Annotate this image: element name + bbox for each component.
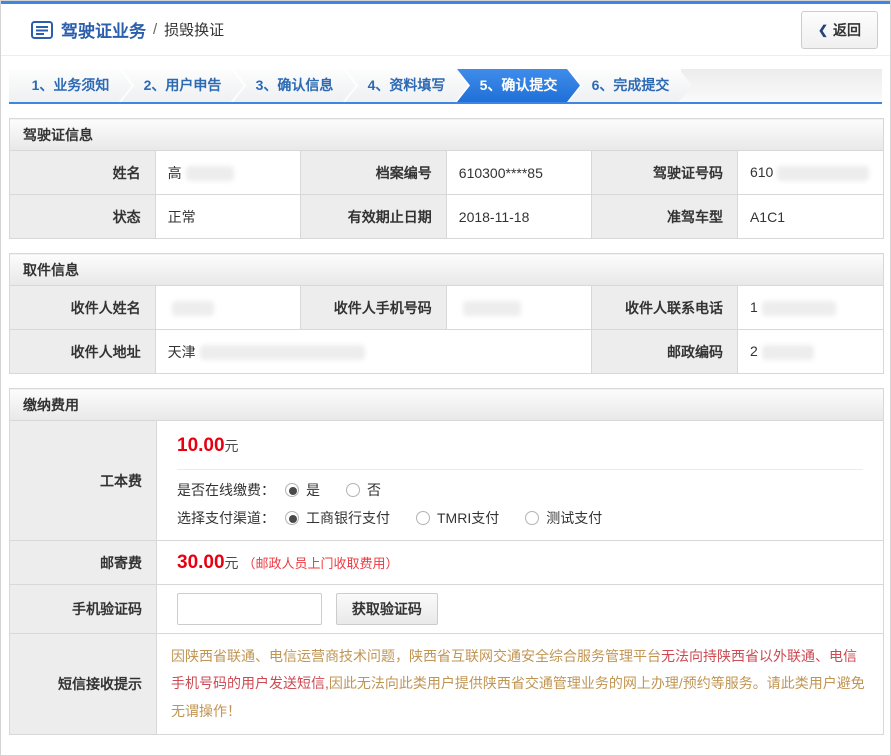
pay-channel-label: 选择支付渠道：: [177, 508, 275, 528]
radio-channel-tmri-label: TMRI支付: [437, 508, 499, 528]
expiry-label: 有效期止日期: [301, 195, 447, 239]
recipient-name-label: 收件人姓名: [10, 286, 156, 330]
postage-fee-cell: 30.00元 （邮政人员上门收取费用）: [157, 541, 884, 585]
radio-checked-icon[interactable]: [285, 483, 299, 497]
step-6-complete-submit[interactable]: 6、完成提交: [569, 69, 692, 102]
file-number-label: 档案编号: [301, 151, 447, 195]
production-fee-amount-line: 10.00元: [177, 435, 883, 457]
redacted-value: [200, 345, 365, 360]
recipient-address-label: 收件人地址: [10, 330, 156, 374]
radio-online-no-label: 否: [367, 480, 381, 500]
step-wizard: 1、业务须知 2、用户申告 3、确认信息 4、资料填写 5、确认提交 6、完成提…: [9, 69, 882, 104]
recipient-mobile-label: 收件人手机号码: [301, 286, 447, 330]
license-section-title: 驾驶证信息: [10, 119, 884, 151]
page-title: 驾驶证业务: [61, 17, 146, 42]
redacted-value: [186, 166, 234, 181]
table-row: 状态 正常 有效期止日期 2018-11-18 准驾车型 A1C1: [10, 195, 884, 239]
step-4-fill-info[interactable]: 4、资料填写: [345, 69, 468, 102]
table-row: 姓名 高 档案编号 610300****85 驾驶证号码 610: [10, 151, 884, 195]
sms-code-cell: 获取验证码: [157, 585, 884, 634]
step-wizard-filler: [681, 69, 882, 102]
online-pay-label: 是否在线缴费：: [177, 480, 275, 500]
postage-fee-amount: 30.00: [177, 552, 225, 573]
radio-unchecked-icon[interactable]: [416, 511, 430, 525]
table-row: 短信接收提示 因陕西省联通、电信运营商技术问题，陕西省互联网交通安全综合服务管理…: [10, 634, 884, 735]
redacted-value: [762, 345, 814, 360]
table-row: 邮寄费 30.00元 （邮政人员上门收取费用）: [10, 541, 884, 585]
table-row: 工本费 10.00元 是否在线缴费： 是 否: [10, 421, 884, 541]
radio-online-no[interactable]: 否: [346, 480, 381, 500]
radio-checked-icon[interactable]: [285, 511, 299, 525]
redacted-value: [463, 301, 521, 316]
redacted-value: [172, 301, 214, 316]
radio-channel-icbc[interactable]: 工商银行支付: [285, 508, 390, 528]
recipient-phone-label: 收件人联系电话: [592, 286, 738, 330]
get-code-button[interactable]: 获取验证码: [336, 593, 438, 625]
currency-unit: 元: [225, 555, 239, 571]
recipient-address-value: 天津: [155, 330, 592, 374]
redacted-value: [762, 301, 836, 316]
breadcrumb-current: 损毁换证: [164, 19, 224, 40]
recipient-phone-value: 1: [737, 286, 883, 330]
radio-channel-test[interactable]: 测试支付: [525, 508, 602, 528]
page-header: 驾驶证业务 / 损毁换证 ❮ 返回: [1, 4, 890, 56]
radio-online-yes-label: 是: [306, 480, 320, 500]
step-1-business-notice[interactable]: 1、业务须知: [9, 69, 132, 102]
postcode-label: 邮政编码: [592, 330, 738, 374]
radio-channel-icbc-label: 工商银行支付: [306, 508, 390, 528]
sms-code-label: 手机验证码: [10, 585, 157, 634]
pay-channel-row: 选择支付渠道： 工商银行支付 TMRI支付 测试支付: [177, 508, 883, 528]
fees-table: 缴纳费用 工本费 10.00元 是否在线缴费： 是 否: [9, 388, 884, 735]
name-value: 高: [155, 151, 301, 195]
online-pay-row: 是否在线缴费： 是 否: [177, 480, 883, 500]
status-value: 正常: [155, 195, 301, 239]
license-number-value: 610: [737, 151, 883, 195]
sms-tip-label: 短信接收提示: [10, 634, 157, 735]
table-row: 手机验证码 获取验证码: [10, 585, 884, 634]
back-button[interactable]: ❮ 返回: [801, 11, 878, 49]
sms-tip-text-1: 因陕西省联通、电信运营商技术问题，陕西省互联网交通安全综合服务管理平台: [171, 648, 661, 664]
recipient-name-value: [155, 286, 301, 330]
pickup-section-title: 取件信息: [10, 254, 884, 286]
currency-unit: 元: [225, 438, 239, 454]
radio-unchecked-icon[interactable]: [525, 511, 539, 525]
sms-tip-cell: 因陕西省联通、电信运营商技术问题，陕西省互联网交通安全综合服务管理平台无法向持陕…: [157, 634, 884, 735]
step-5-confirm-submit[interactable]: 5、确认提交: [457, 69, 580, 102]
step-2-user-declaration[interactable]: 2、用户申告: [121, 69, 244, 102]
radio-channel-test-label: 测试支付: [546, 508, 602, 528]
back-button-label: 返回: [833, 20, 861, 40]
sms-code-input[interactable]: [177, 593, 322, 625]
radio-channel-tmri[interactable]: TMRI支付: [416, 508, 499, 528]
name-label: 姓名: [10, 151, 156, 195]
page-container: 驾驶证业务 / 损毁换证 ❮ 返回 1、业务须知 2、用户申告 3、确认信息 4…: [0, 0, 891, 756]
vehicle-type-value: A1C1: [737, 195, 883, 239]
radio-unchecked-icon[interactable]: [346, 483, 360, 497]
redacted-value: [777, 166, 869, 181]
production-fee-amount: 10.00: [177, 435, 225, 456]
divider: [177, 469, 863, 470]
pickup-info-table: 取件信息 收件人姓名 收件人手机号码 收件人联系电话 1 收件人地址 天津 邮政…: [9, 253, 884, 374]
radio-online-yes[interactable]: 是: [285, 480, 320, 500]
expiry-value: 2018-11-18: [446, 195, 592, 239]
file-number-value: 610300****85: [446, 151, 592, 195]
step-3-confirm-info[interactable]: 3、确认信息: [233, 69, 356, 102]
license-number-label: 驾驶证号码: [592, 151, 738, 195]
production-fee-cell: 10.00元 是否在线缴费： 是 否 选择支付渠道：: [157, 421, 884, 541]
postage-fee-note: （邮政人员上门收取费用）: [243, 556, 399, 571]
postage-fee-label: 邮寄费: [10, 541, 157, 585]
fees-section-title: 缴纳费用: [10, 389, 884, 421]
postcode-value: 2: [737, 330, 883, 374]
table-row: 收件人姓名 收件人手机号码 收件人联系电话 1: [10, 286, 884, 330]
recipient-mobile-value: [446, 286, 592, 330]
status-label: 状态: [10, 195, 156, 239]
chevron-left-icon: ❮: [818, 23, 828, 37]
production-fee-label: 工本费: [10, 421, 157, 541]
table-row: 收件人地址 天津 邮政编码 2: [10, 330, 884, 374]
license-list-icon: [31, 21, 53, 39]
license-info-table: 驾驶证信息 姓名 高 档案编号 610300****85 驾驶证号码 610 状…: [9, 118, 884, 239]
breadcrumb-separator: /: [153, 21, 157, 38]
vehicle-type-label: 准驾车型: [592, 195, 738, 239]
